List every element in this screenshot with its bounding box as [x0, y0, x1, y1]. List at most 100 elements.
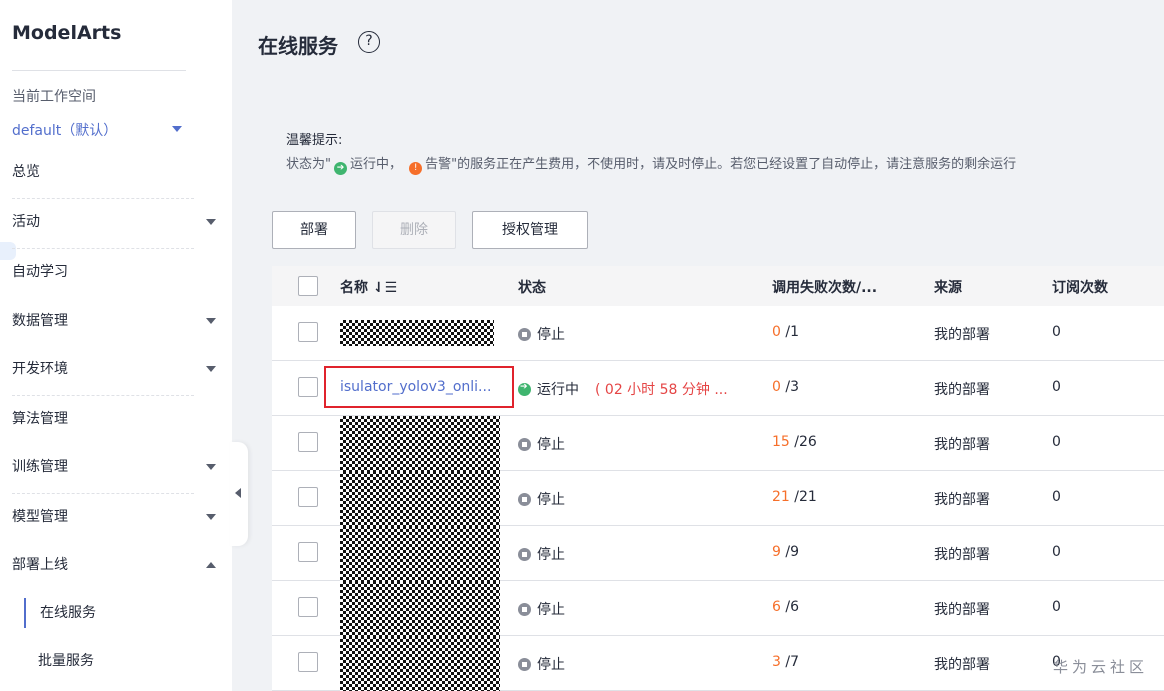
table-row[interactable]: 停止 3 /7 我的部署 0 [272, 636, 1164, 691]
row-checkbox[interactable] [298, 542, 318, 562]
header-name[interactable]: 名称 ⇃☰ [340, 277, 397, 297]
sidebar-item-overview[interactable]: 总览 [12, 157, 216, 199]
table-row[interactable]: 停止 15 /26 我的部署 0 [272, 416, 1164, 471]
table-row[interactable]: 停止 9 /9 我的部署 0 [272, 526, 1164, 581]
source-cell: 我的部署 [934, 492, 990, 508]
redacted-name-mosaic [340, 416, 500, 471]
deploy-button[interactable]: 部署 [272, 211, 356, 249]
header-calls: 调用失败次数/... [772, 280, 878, 296]
chevron-up-icon [206, 562, 216, 568]
workspace-value: default（默认） [12, 123, 118, 139]
status-label: 停止 [537, 602, 565, 618]
calls-cell: 0 /3 [772, 379, 799, 395]
row-checkbox[interactable] [298, 597, 318, 617]
help-icon[interactable]: ? [358, 31, 380, 53]
sidebar-item-dev-env[interactable]: 开发环境 [12, 354, 216, 396]
sidebar-subitem-online-service[interactable]: 在线服务 [24, 598, 204, 628]
chevron-down-icon [206, 366, 216, 372]
running-status-icon: ➔ [333, 162, 347, 175]
fail-count[interactable]: 0 [772, 379, 781, 395]
total-count: /1 [780, 324, 799, 340]
source-cell: 我的部署 [934, 437, 990, 453]
select-all-checkbox[interactable] [298, 276, 318, 296]
fail-count[interactable]: 3 [772, 654, 781, 670]
status-cell: 停止 [518, 544, 565, 564]
fail-count[interactable]: 6 [772, 599, 781, 615]
delete-button[interactable]: 删除 [372, 211, 456, 249]
source-cell: 我的部署 [934, 657, 990, 673]
subscriptions-cell: 0 [1052, 544, 1061, 560]
header-subscriptions: 订阅次数 [1052, 280, 1108, 296]
table-row[interactable]: 停止 21 /21 我的部署 0 [272, 471, 1164, 526]
subscriptions-cell: 0 [1052, 489, 1061, 505]
table-row[interactable]: 停止 0 /1 我的部署 0 [272, 306, 1164, 361]
source-cell: 我的部署 [934, 382, 990, 398]
chevron-left-icon [235, 488, 241, 498]
sidebar-subitem-batch-service[interactable]: 批量服务 [24, 646, 204, 676]
sidebar-item-deploy[interactable]: 部署上线 [12, 550, 216, 580]
table-header: 名称 ⇃☰ 状态 调用失败次数/... 来源 订阅次数 [272, 266, 1164, 306]
tip-body: 状态为" ➔ 运行中， ! 告警"的服务正在产生费用，不使用时，请及时停止。若您已经设… [286, 157, 1017, 175]
calls-cell: 3 /7 [772, 654, 799, 670]
main-content: 在线服务 ? 温馨提示: 状态为" ➔ 运行中， ! 告警"的服务正在产生费用，不使用… [232, 0, 1164, 691]
header-status: 状态 [518, 280, 546, 296]
sidebar-item-training[interactable]: 训练管理 [12, 452, 216, 494]
total-count: /7 [780, 654, 799, 670]
fail-count[interactable]: 21 [772, 489, 790, 505]
sidebar-item-algorithm[interactable]: 算法管理 [12, 404, 216, 434]
row-checkbox[interactable] [298, 652, 318, 672]
fail-count[interactable]: 0 [772, 324, 781, 340]
sidebar-collapse-handle[interactable] [230, 442, 248, 546]
stopped-status-icon [518, 658, 531, 671]
redacted-name-mosaic [340, 636, 500, 691]
table-row[interactable]: 停止 6 /6 我的部署 0 [272, 581, 1164, 636]
row-checkbox[interactable] [298, 432, 318, 452]
calls-cell: 6 /6 [772, 599, 799, 615]
workspace-select[interactable]: default（默认） [12, 120, 186, 142]
status-cell: 停止 [518, 599, 565, 619]
sidebar-item-data-management[interactable]: 数据管理 [12, 306, 216, 336]
status-label: 停止 [537, 547, 565, 563]
status-label: 停止 [537, 327, 565, 343]
auth-management-button[interactable]: 授权管理 [472, 211, 588, 249]
total-count: /9 [780, 544, 799, 560]
status-cell: 停止 [518, 324, 565, 344]
subscriptions-cell: 0 [1052, 379, 1061, 395]
stopped-status-icon [518, 603, 531, 616]
calls-cell: 21 /21 [772, 489, 817, 505]
fail-count[interactable]: 9 [772, 544, 781, 560]
status-label: 停止 [537, 492, 565, 508]
page-title: 在线服务 [258, 34, 338, 58]
status-label: 运行中 [537, 382, 579, 398]
redacted-name-mosaic [340, 320, 494, 346]
subscriptions-cell: 0 [1052, 324, 1061, 340]
stopped-status-icon [518, 438, 531, 451]
fail-count[interactable]: 15 [772, 434, 790, 450]
chevron-down-icon [172, 126, 182, 132]
redacted-name-mosaic [340, 526, 500, 581]
row-checkbox[interactable] [298, 322, 318, 342]
chevron-down-icon [206, 514, 216, 520]
calls-cell: 15 /26 [772, 434, 817, 450]
status-cell: 停止 [518, 434, 565, 454]
status-cell: 停止 [518, 654, 565, 674]
sidebar-item-auto-learning[interactable]: 自动学习 [12, 257, 216, 287]
source-cell: 我的部署 [934, 547, 990, 563]
source-cell: 我的部署 [934, 602, 990, 618]
chevron-down-icon [206, 219, 216, 225]
total-count: /3 [780, 379, 799, 395]
status-label: 停止 [537, 657, 565, 673]
status-cell: 停止 [518, 489, 565, 509]
sidebar: ModelArts 当前工作空间 default（默认） 总览 活动 自动学习 … [0, 0, 232, 691]
sidebar-item-activity[interactable]: 活动 [12, 207, 216, 249]
warning-status-icon: ! [409, 162, 423, 175]
calls-cell: 0 /1 [772, 324, 799, 340]
row-checkbox[interactable] [298, 377, 318, 397]
sidebar-item-model[interactable]: 模型管理 [12, 502, 216, 532]
row-checkbox[interactable] [298, 487, 318, 507]
total-count: /26 [789, 434, 817, 450]
chevron-down-icon [206, 464, 216, 470]
chevron-down-icon [206, 318, 216, 324]
total-count: /21 [789, 489, 817, 505]
subscriptions-cell: 0 [1052, 599, 1061, 615]
